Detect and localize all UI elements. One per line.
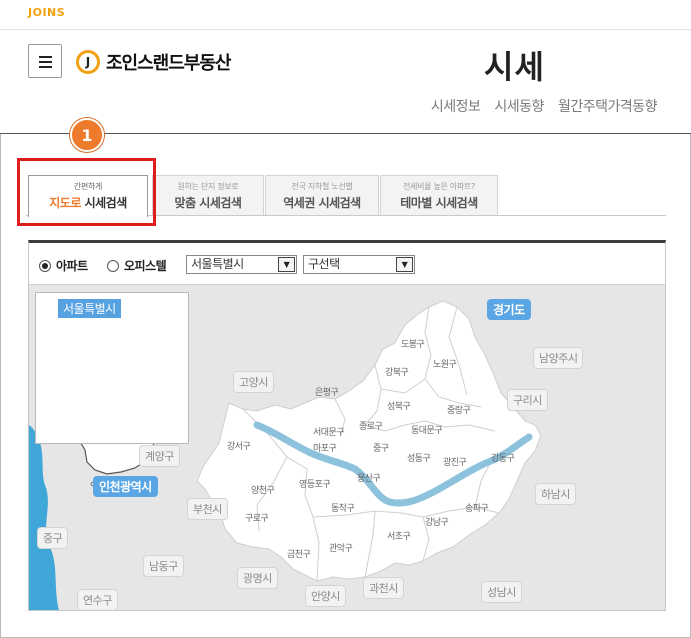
gu-eunpyeong[interactable]: 은평구 bbox=[315, 385, 339, 398]
region-incheon[interactable]: 인천광역시 bbox=[93, 476, 158, 497]
brand-name: 조인스랜드부동산 bbox=[106, 53, 231, 74]
gu-mapo[interactable]: 마포구 bbox=[313, 441, 337, 454]
gu-gwangjin[interactable]: 광진구 bbox=[443, 455, 467, 468]
area-yeonsu[interactable]: 연수구 bbox=[77, 589, 118, 610]
gu-jung[interactable]: 중구 bbox=[373, 441, 389, 454]
gu-seongbuk[interactable]: 성북구 bbox=[387, 399, 411, 412]
brand-logo[interactable]: J 조인스랜드부동산 bbox=[76, 49, 231, 75]
gu-seodaemun[interactable]: 서대문구 bbox=[313, 425, 345, 438]
tab-label: 테마별 시세검색 bbox=[400, 196, 478, 210]
brand-mark-icon: J bbox=[76, 50, 100, 74]
gu-yeongdeungpo[interactable]: 영등포구 bbox=[299, 477, 331, 490]
district-select[interactable]: 구선택 ▼ bbox=[303, 255, 415, 274]
menu-button[interactable] bbox=[28, 44, 62, 78]
area-bucheon[interactable]: 부천시 bbox=[187, 498, 228, 520]
radio-officetel-label: 오피스텔 bbox=[124, 259, 167, 273]
filter-bar: 아파트 오피스텔 서울특별시 ▼ 구선택 ▼ bbox=[29, 243, 665, 285]
hamburger-icon-line bbox=[39, 61, 52, 63]
hamburger-icon-line bbox=[39, 66, 52, 68]
site-header: J 조인스랜드부동산 시세 시세정보 시세동향 월간주택가격동향 bbox=[0, 30, 691, 134]
radio-apartment-label: 아파트 bbox=[56, 259, 88, 273]
top-strip: JOINS bbox=[0, 0, 691, 30]
gu-guro[interactable]: 구로구 bbox=[245, 511, 269, 524]
area-jung-incheon[interactable]: 중구 bbox=[37, 527, 69, 549]
radio-apartment[interactable]: 아파트 bbox=[39, 257, 88, 274]
area-goyang[interactable]: 고양시 bbox=[233, 371, 274, 393]
area-guri[interactable]: 구리시 bbox=[507, 389, 548, 411]
gu-geumcheon[interactable]: 금천구 bbox=[287, 547, 311, 560]
area-hanam[interactable]: 하남시 bbox=[535, 483, 576, 505]
city-select[interactable]: 서울특별시 ▼ bbox=[186, 255, 297, 274]
area-namyangju[interactable]: 남양주시 bbox=[533, 347, 584, 369]
area-anyang[interactable]: 안양시 bbox=[305, 585, 346, 607]
city-select-value: 서울특별시 bbox=[191, 257, 244, 271]
korea-inset[interactable]: 서울특별시 bbox=[35, 292, 189, 444]
sub-navigation: 시세정보 시세동향 월간주택가격동향 bbox=[431, 96, 658, 116]
radio-unchecked-icon bbox=[107, 259, 119, 272]
gu-gangbuk[interactable]: 강북구 bbox=[385, 365, 409, 378]
gu-gangnam[interactable]: 강남구 bbox=[425, 515, 449, 528]
area-namdong[interactable]: 남동구 bbox=[143, 555, 184, 577]
gu-songpa[interactable]: 송파구 bbox=[465, 501, 489, 514]
gu-jongno[interactable]: 종로구 bbox=[359, 419, 383, 432]
subnav-price-trend[interactable]: 시세동향 bbox=[494, 96, 544, 116]
gu-dongjak[interactable]: 동작구 bbox=[331, 501, 355, 514]
gu-jungnang[interactable]: 중랑구 bbox=[447, 403, 471, 416]
map-panel: 아파트 오피스텔 서울특별시 ▼ 구선택 ▼ 서울특별시 경기도 인천광역시 고… bbox=[28, 240, 666, 611]
tab-label: 역세권 시세검색 bbox=[283, 196, 361, 210]
joins-logo[interactable]: JOINS bbox=[28, 6, 65, 19]
gu-yangcheon[interactable]: 양천구 bbox=[251, 483, 275, 496]
region-gyeonggi[interactable]: 경기도 bbox=[487, 299, 531, 320]
subnav-price-info[interactable]: 시세정보 bbox=[431, 96, 481, 116]
tab-small-text: 전세비율 높은 아파트? bbox=[403, 182, 475, 191]
tab-theme-search[interactable]: 전세비율 높은 아파트? 테마별 시세검색 bbox=[380, 175, 498, 215]
tab-small-text: 전국 지하철 노선별 bbox=[291, 182, 353, 191]
tab-label: 맞춤 시세검색 bbox=[174, 196, 242, 210]
gu-gangseo[interactable]: 강서구 bbox=[227, 439, 251, 452]
page-title: 시세 bbox=[484, 48, 545, 86]
area-gwacheon[interactable]: 과천시 bbox=[363, 577, 404, 599]
area-seongnam[interactable]: 성남시 bbox=[481, 581, 522, 603]
gu-nowon[interactable]: 노원구 bbox=[433, 357, 457, 370]
area-gwangmyeong[interactable]: 광명시 bbox=[237, 567, 278, 589]
gu-gangdong[interactable]: 강동구 bbox=[491, 451, 515, 464]
chevron-down-icon: ▼ bbox=[396, 257, 413, 272]
gu-dobong[interactable]: 도봉구 bbox=[401, 337, 425, 350]
radio-officetel[interactable]: 오피스텔 bbox=[107, 257, 167, 274]
step-badge: 1 bbox=[70, 118, 104, 152]
gu-gwanak[interactable]: 관악구 bbox=[329, 541, 353, 554]
radio-checked-icon bbox=[39, 259, 51, 272]
hamburger-icon bbox=[39, 56, 52, 58]
chevron-down-icon: ▼ bbox=[278, 257, 295, 272]
sea-area bbox=[29, 425, 59, 610]
gu-seocho[interactable]: 서초구 bbox=[387, 529, 411, 542]
gu-yongsan[interactable]: 용산구 bbox=[357, 471, 381, 484]
gu-dongdaemun[interactable]: 동대문구 bbox=[411, 423, 443, 436]
inset-seoul-label: 서울특별시 bbox=[58, 299, 121, 318]
district-select-value: 구선택 bbox=[308, 257, 340, 271]
subnav-monthly-housing-price[interactable]: 월간주택가격동향 bbox=[558, 96, 658, 116]
tab-small-text: 원하는 단지 정보로 bbox=[177, 182, 239, 191]
highlight-box bbox=[17, 158, 156, 226]
tab-subway-search[interactable]: 전국 지하철 노선별 역세권 시세검색 bbox=[265, 175, 379, 215]
gu-seongdong[interactable]: 성동구 bbox=[407, 451, 431, 464]
area-gyeyang[interactable]: 계양구 bbox=[139, 445, 180, 467]
tab-custom-search[interactable]: 원하는 단지 정보로 맞춤 시세검색 bbox=[152, 175, 264, 215]
